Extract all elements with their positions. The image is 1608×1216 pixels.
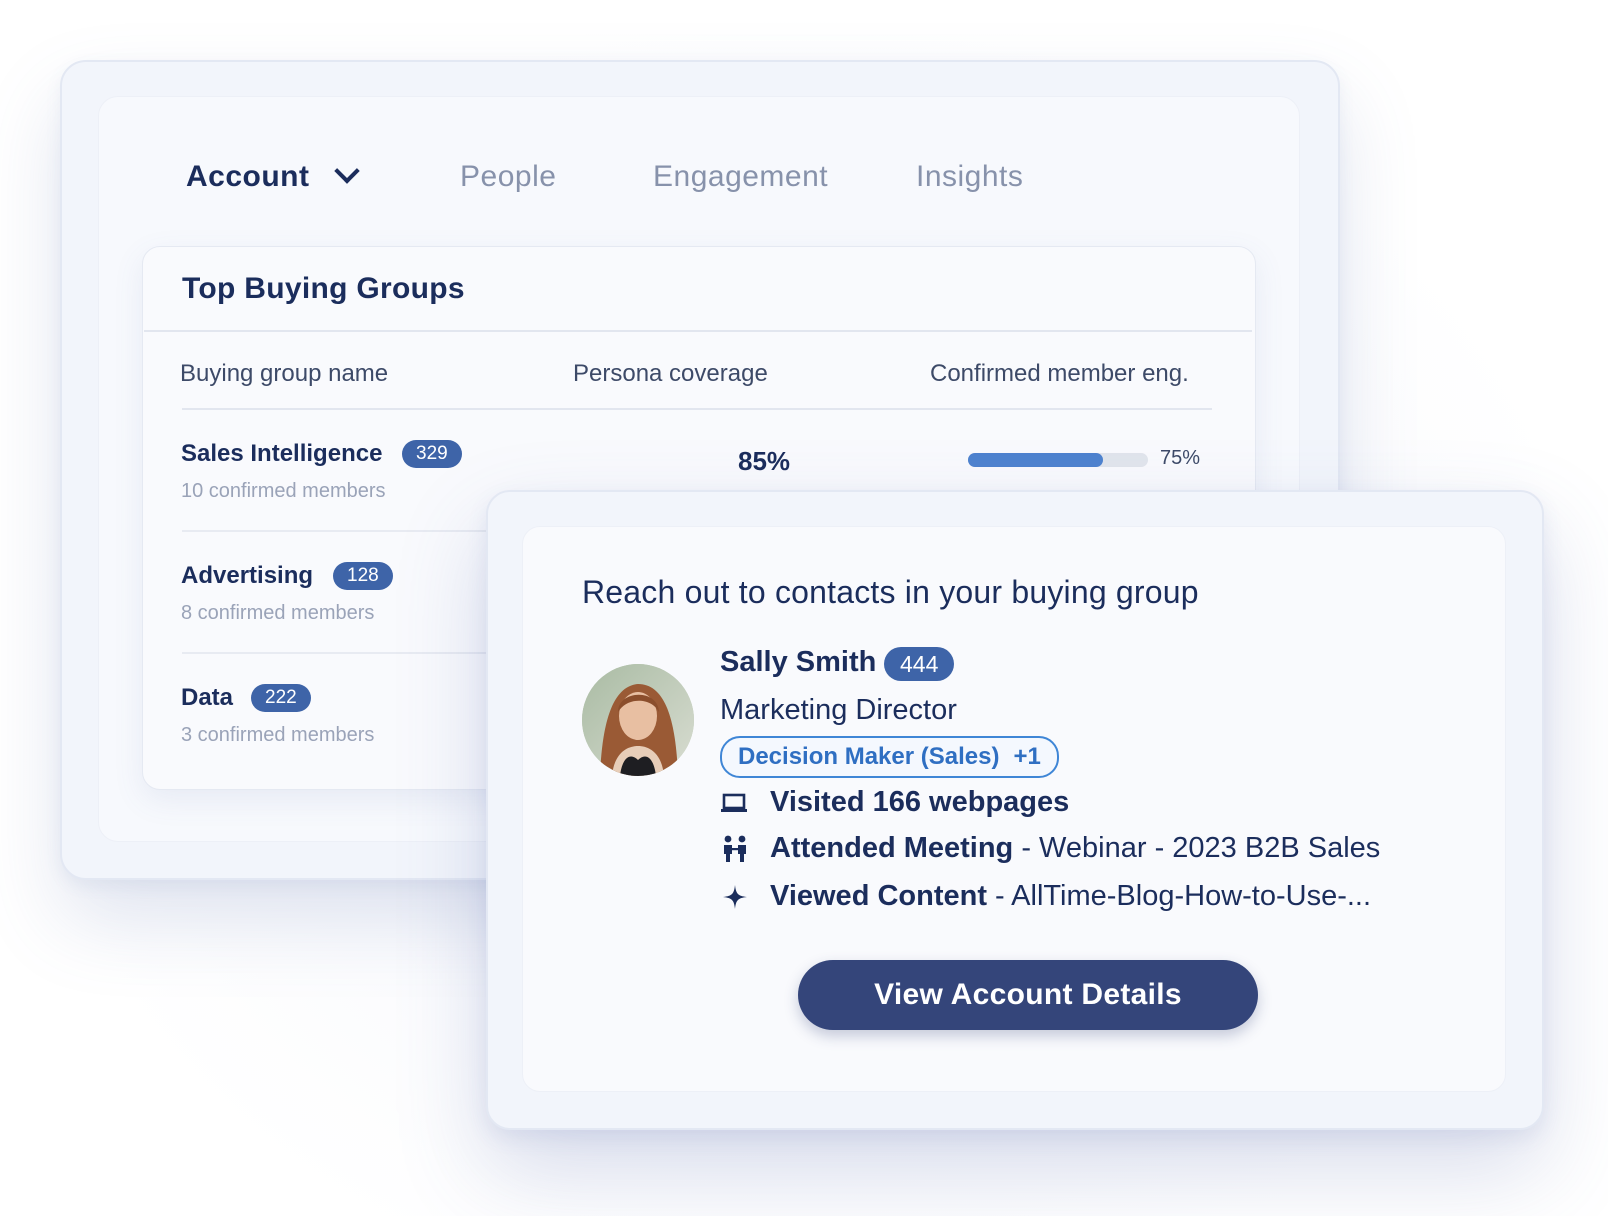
laptop-icon xyxy=(720,788,750,818)
contact-name[interactable]: Sally Smith xyxy=(720,646,876,679)
people-icon xyxy=(720,834,750,864)
buying-groups-title: Top Buying Groups xyxy=(182,272,465,305)
count-badge: 128 xyxy=(333,562,393,590)
column-header-coverage: Persona coverage xyxy=(573,360,768,387)
engagement-progress-fill xyxy=(968,453,1103,467)
avatar[interactable] xyxy=(582,664,694,776)
tab-account-label: Account xyxy=(186,160,310,193)
activity-item: Viewed Content - AllTime-Blog-How-to-Use… xyxy=(720,880,1371,913)
sparkle-icon xyxy=(720,882,750,912)
buying-group-name[interactable]: Data xyxy=(181,684,233,712)
activity-item: Visited 166 webpages xyxy=(720,786,1069,819)
buying-group-name[interactable]: Sales Intelligence xyxy=(181,440,382,468)
contact-score-badge: 444 xyxy=(884,647,955,681)
activity-detail[interactable]: - Webinar - 2023 B2B Sales xyxy=(1013,832,1380,865)
persona-label: Decision Maker (Sales) xyxy=(738,743,1000,770)
tab-people[interactable]: People xyxy=(460,160,556,194)
activity-detail[interactable]: - AllTime-Blog-How-to-Use-... xyxy=(987,880,1371,913)
confirmed-members: 8 confirmed members xyxy=(181,602,375,624)
count-badge: 329 xyxy=(402,440,462,468)
buying-group-name[interactable]: Advertising xyxy=(181,562,313,590)
column-header-name: Buying group name xyxy=(180,360,389,387)
engagement-percent: 75% xyxy=(1160,447,1201,469)
activity-item: Attended Meeting - Webinar - 2023 B2B Sa… xyxy=(720,832,1380,865)
confirmed-members: 3 confirmed members xyxy=(181,724,375,746)
tab-engagement[interactable]: Engagement xyxy=(653,160,828,194)
activity-action: Viewed Content xyxy=(770,880,987,912)
view-account-details-button[interactable]: View Account Details xyxy=(798,960,1258,1030)
count-badge: 222 xyxy=(251,684,311,712)
engagement-progress-bar xyxy=(968,453,1148,467)
divider xyxy=(182,408,1212,410)
persona-tag[interactable]: Decision Maker (Sales) +1 xyxy=(720,736,1059,778)
persona-extra-count: +1 xyxy=(1013,743,1041,770)
activity-action: Attended Meeting xyxy=(770,832,1014,864)
contact-role: Marketing Director xyxy=(720,694,957,726)
activity-action: Visited 166 webpages xyxy=(770,786,1070,818)
column-header-engagement: Confirmed member eng. xyxy=(930,360,1189,387)
outreach-title: Reach out to contacts in your buying gro… xyxy=(582,574,1199,610)
tab-account[interactable]: Account xyxy=(186,158,360,194)
persona-coverage: 85% xyxy=(738,446,791,476)
contact-photo xyxy=(582,664,694,776)
chevron-down-icon[interactable] xyxy=(333,158,360,184)
divider xyxy=(144,330,1252,332)
tab-insights[interactable]: Insights xyxy=(916,160,1023,194)
confirmed-members: 10 confirmed members xyxy=(181,480,386,502)
